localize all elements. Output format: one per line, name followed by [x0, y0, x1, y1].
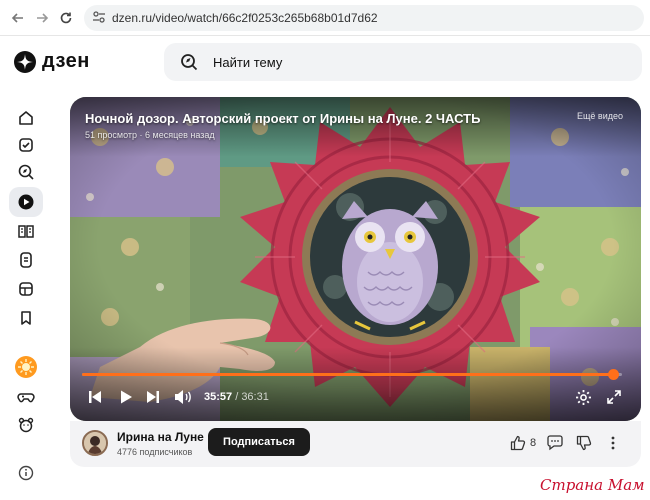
- reload-icon: [60, 12, 72, 24]
- arrow-left-icon: [11, 13, 23, 23]
- bookmark-icon: [21, 311, 31, 325]
- home-icon: [19, 111, 33, 125]
- video-meta: 51 просмотр · 6 месяцев назад: [85, 130, 215, 140]
- gamepad-icon: [17, 393, 35, 403]
- address-bar[interactable]: dzen.ru/video/watch/66c2f0253c265b68b01d…: [84, 5, 644, 31]
- more-videos-link[interactable]: Ещё видео: [577, 111, 623, 121]
- sidebar-item-games[interactable]: [9, 274, 43, 304]
- forward-button[interactable]: [32, 8, 52, 28]
- site-settings-icon[interactable]: [92, 10, 106, 24]
- video-player[interactable]: Ночной дозор. Авторский проект от Ирины …: [70, 97, 641, 421]
- games-shop-icon: [19, 282, 33, 296]
- thumbs-down-icon: [576, 435, 592, 451]
- like-count: 8: [530, 437, 537, 449]
- sidebar-item-shorts[interactable]: [9, 245, 43, 275]
- volume-button[interactable]: [172, 385, 194, 409]
- browser-toolbar: dzen.ru/video/watch/66c2f0253c265b68b01d…: [0, 0, 650, 36]
- sidebar-item-articles[interactable]: [9, 216, 43, 246]
- back-button[interactable]: [8, 8, 28, 28]
- sidebar-item-home[interactable]: [9, 103, 43, 133]
- play-icon: [121, 390, 132, 404]
- gear-icon: [575, 389, 591, 405]
- total-duration: 36:31: [241, 391, 269, 403]
- next-button[interactable]: [142, 385, 164, 409]
- progress-fill: [82, 373, 614, 376]
- time-display: 35:57 / 36:31: [204, 391, 269, 403]
- articles-icon: [18, 225, 34, 238]
- sidebar-item-subscriptions[interactable]: [9, 130, 43, 160]
- current-time: 35:57: [204, 391, 233, 403]
- dzen-star-icon: [14, 50, 36, 73]
- sidebar-item-explore[interactable]: [9, 157, 43, 187]
- comments-button[interactable]: [546, 433, 564, 453]
- play-button[interactable]: [115, 385, 137, 409]
- skip-next-icon: [147, 391, 159, 403]
- subscribe-button[interactable]: Подписаться: [208, 428, 310, 456]
- sidebar-item-bookmarks[interactable]: [9, 303, 43, 333]
- time-separator: /: [232, 391, 242, 403]
- explore-icon: [18, 164, 34, 180]
- settings-button[interactable]: [572, 385, 594, 409]
- like-button[interactable]: 8: [510, 433, 536, 453]
- avatar-image: [84, 432, 106, 454]
- comment-icon: [547, 435, 563, 451]
- sidebar-item-video[interactable]: [9, 187, 43, 217]
- channel-avatar[interactable]: [82, 430, 108, 456]
- shorts-icon: [20, 252, 32, 268]
- more-options-button[interactable]: [610, 433, 616, 453]
- fullscreen-button[interactable]: [603, 385, 625, 409]
- watermark: Страна Мам: [540, 476, 645, 494]
- thumbs-up-icon: [510, 435, 526, 451]
- search-bar[interactable]: Найти тему: [164, 43, 642, 81]
- channel-bar: Ирина на Луне 4776 подписчиков Подписать…: [70, 421, 641, 467]
- subscriptions-icon: [19, 138, 33, 152]
- search-icon: [181, 54, 198, 71]
- sidebar-item-info[interactable]: [9, 458, 43, 488]
- sun-avatar-icon: [15, 356, 37, 378]
- channel-name[interactable]: Ирина на Луне: [117, 430, 204, 444]
- sidebar-item-kids[interactable]: [9, 410, 43, 440]
- more-vertical-icon: [611, 436, 615, 450]
- kids-icon: [18, 417, 34, 433]
- video-icon: [18, 194, 34, 210]
- url-text: dzen.ru/video/watch/66c2f0253c265b68b01d…: [112, 11, 378, 25]
- arrow-right-icon: [37, 13, 49, 23]
- sidebar-item-games2[interactable]: [9, 382, 43, 412]
- progress-bar[interactable]: [82, 369, 622, 380]
- subscriber-count: 4776 подписчиков: [117, 447, 193, 457]
- reload-button[interactable]: [56, 8, 76, 28]
- previous-button[interactable]: [84, 385, 106, 409]
- dzen-logo[interactable]: дзен: [14, 50, 90, 73]
- skip-previous-icon: [89, 391, 101, 403]
- volume-icon: [175, 390, 191, 404]
- logo-text: дзен: [42, 50, 90, 72]
- dislike-button[interactable]: [576, 433, 592, 453]
- sidebar-item-sun-channel[interactable]: [9, 352, 43, 382]
- info-icon: [18, 465, 34, 481]
- fullscreen-icon: [607, 390, 621, 404]
- video-title: Ночной дозор. Авторский проект от Ирины …: [85, 111, 481, 126]
- search-placeholder: Найти тему: [213, 55, 283, 70]
